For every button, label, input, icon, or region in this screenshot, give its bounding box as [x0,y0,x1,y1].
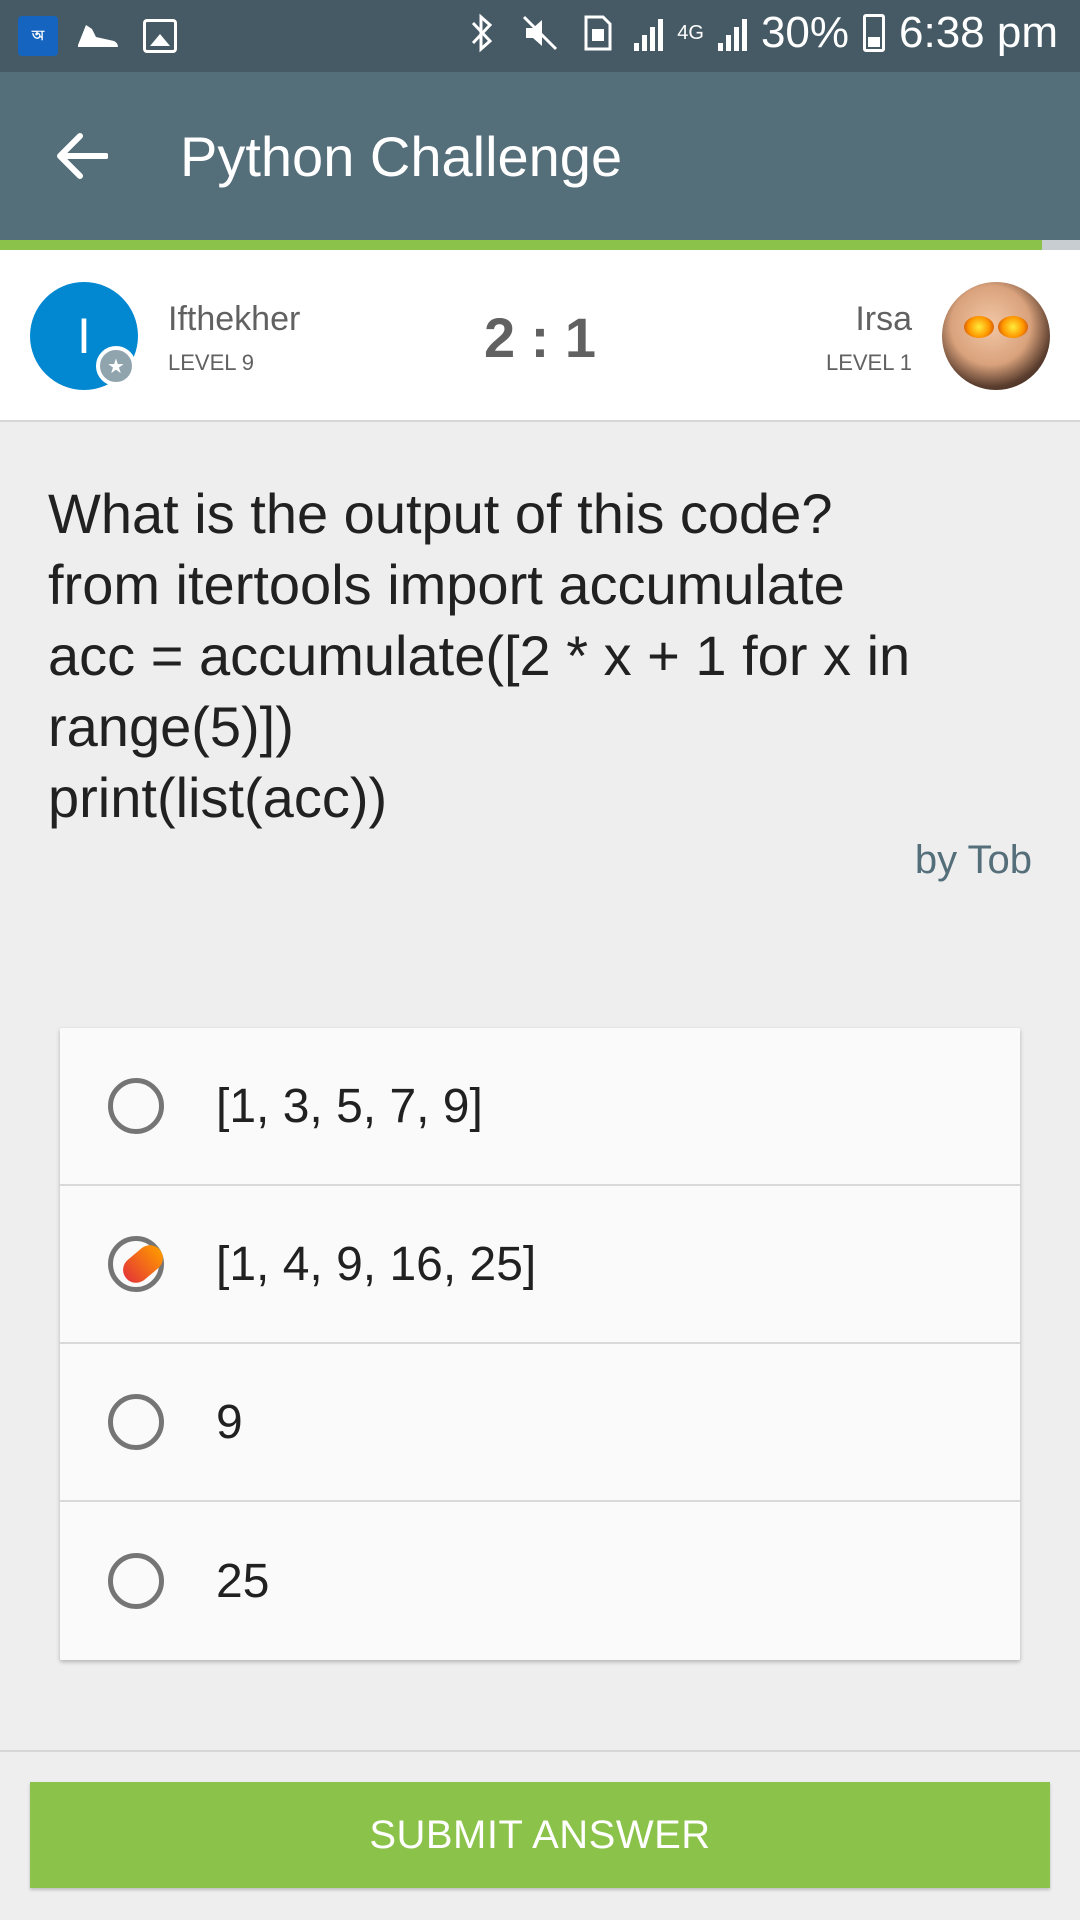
opponent-name: Irsa [855,300,912,338]
question-author[interactable]: by Tob [915,838,1032,883]
players-panel: I ★ Ifthekher LEVEL 9 2 : 1 Irsa LEVEL 1 [0,250,1080,422]
radio-button-selected[interactable] [108,1236,169,1292]
answer-option[interactable]: [1, 3, 5, 7, 9] [60,1028,1020,1186]
answer-option-label: 25 [216,1554,270,1608]
signal-icon [634,15,664,51]
answer-option[interactable]: 9 [60,1344,1020,1502]
progress-fill [0,240,1043,250]
arrow-left-icon [57,133,108,179]
player-name: Ifthekher [168,300,301,338]
bluetooth-icon [460,11,504,55]
clock: 6:38 pm [899,8,1058,57]
signal-icon [717,15,747,51]
question-text: What is the output of this code? from it… [48,482,911,829]
status-bar: অ 4G 30% 6:38 pm [0,0,1080,72]
player-level: LEVEL 9 [168,350,255,375]
answer-option[interactable]: [1, 4, 9, 16, 25] [60,1186,1020,1344]
star-icon: ★ [96,346,136,386]
mute-icon [518,11,562,55]
sim-icon [576,11,620,55]
radio-button[interactable] [108,1078,164,1134]
score: 2 : 1 [483,306,597,369]
submit-answer-button[interactable]: SUBMIT ANSWER [30,1782,1050,1888]
network-type: 4G [677,22,704,44]
radio-button[interactable] [108,1553,164,1609]
image-icon [138,14,182,58]
app-bar: Python Challenge [0,72,1080,240]
pencil-icon [117,1239,169,1289]
book-app-icon: অ [18,16,58,56]
answer-option-label: [1, 4, 9, 16, 25] [216,1237,537,1291]
answer-option-label: 9 [216,1395,243,1449]
back-button[interactable] [42,116,122,196]
shoe-icon [76,14,120,58]
page-title: Python Challenge [180,125,623,188]
radio-button[interactable] [108,1394,164,1450]
battery-percent: 30% [760,8,850,57]
answer-options: [1, 3, 5, 7, 9] [1, 4, 9, 16, 25] 9 25 [60,1028,1020,1660]
battery-icon [863,14,886,52]
divider [0,1750,1080,1752]
sunglasses-icon [998,316,1028,338]
sunglasses-icon [964,316,994,338]
opponent-avatar[interactable] [942,282,1050,390]
answer-option-label: [1, 3, 5, 7, 9] [216,1079,483,1133]
answer-option[interactable]: 25 [60,1502,1020,1660]
opponent-level: LEVEL 1 [825,350,912,375]
progress-bar [0,240,1080,250]
